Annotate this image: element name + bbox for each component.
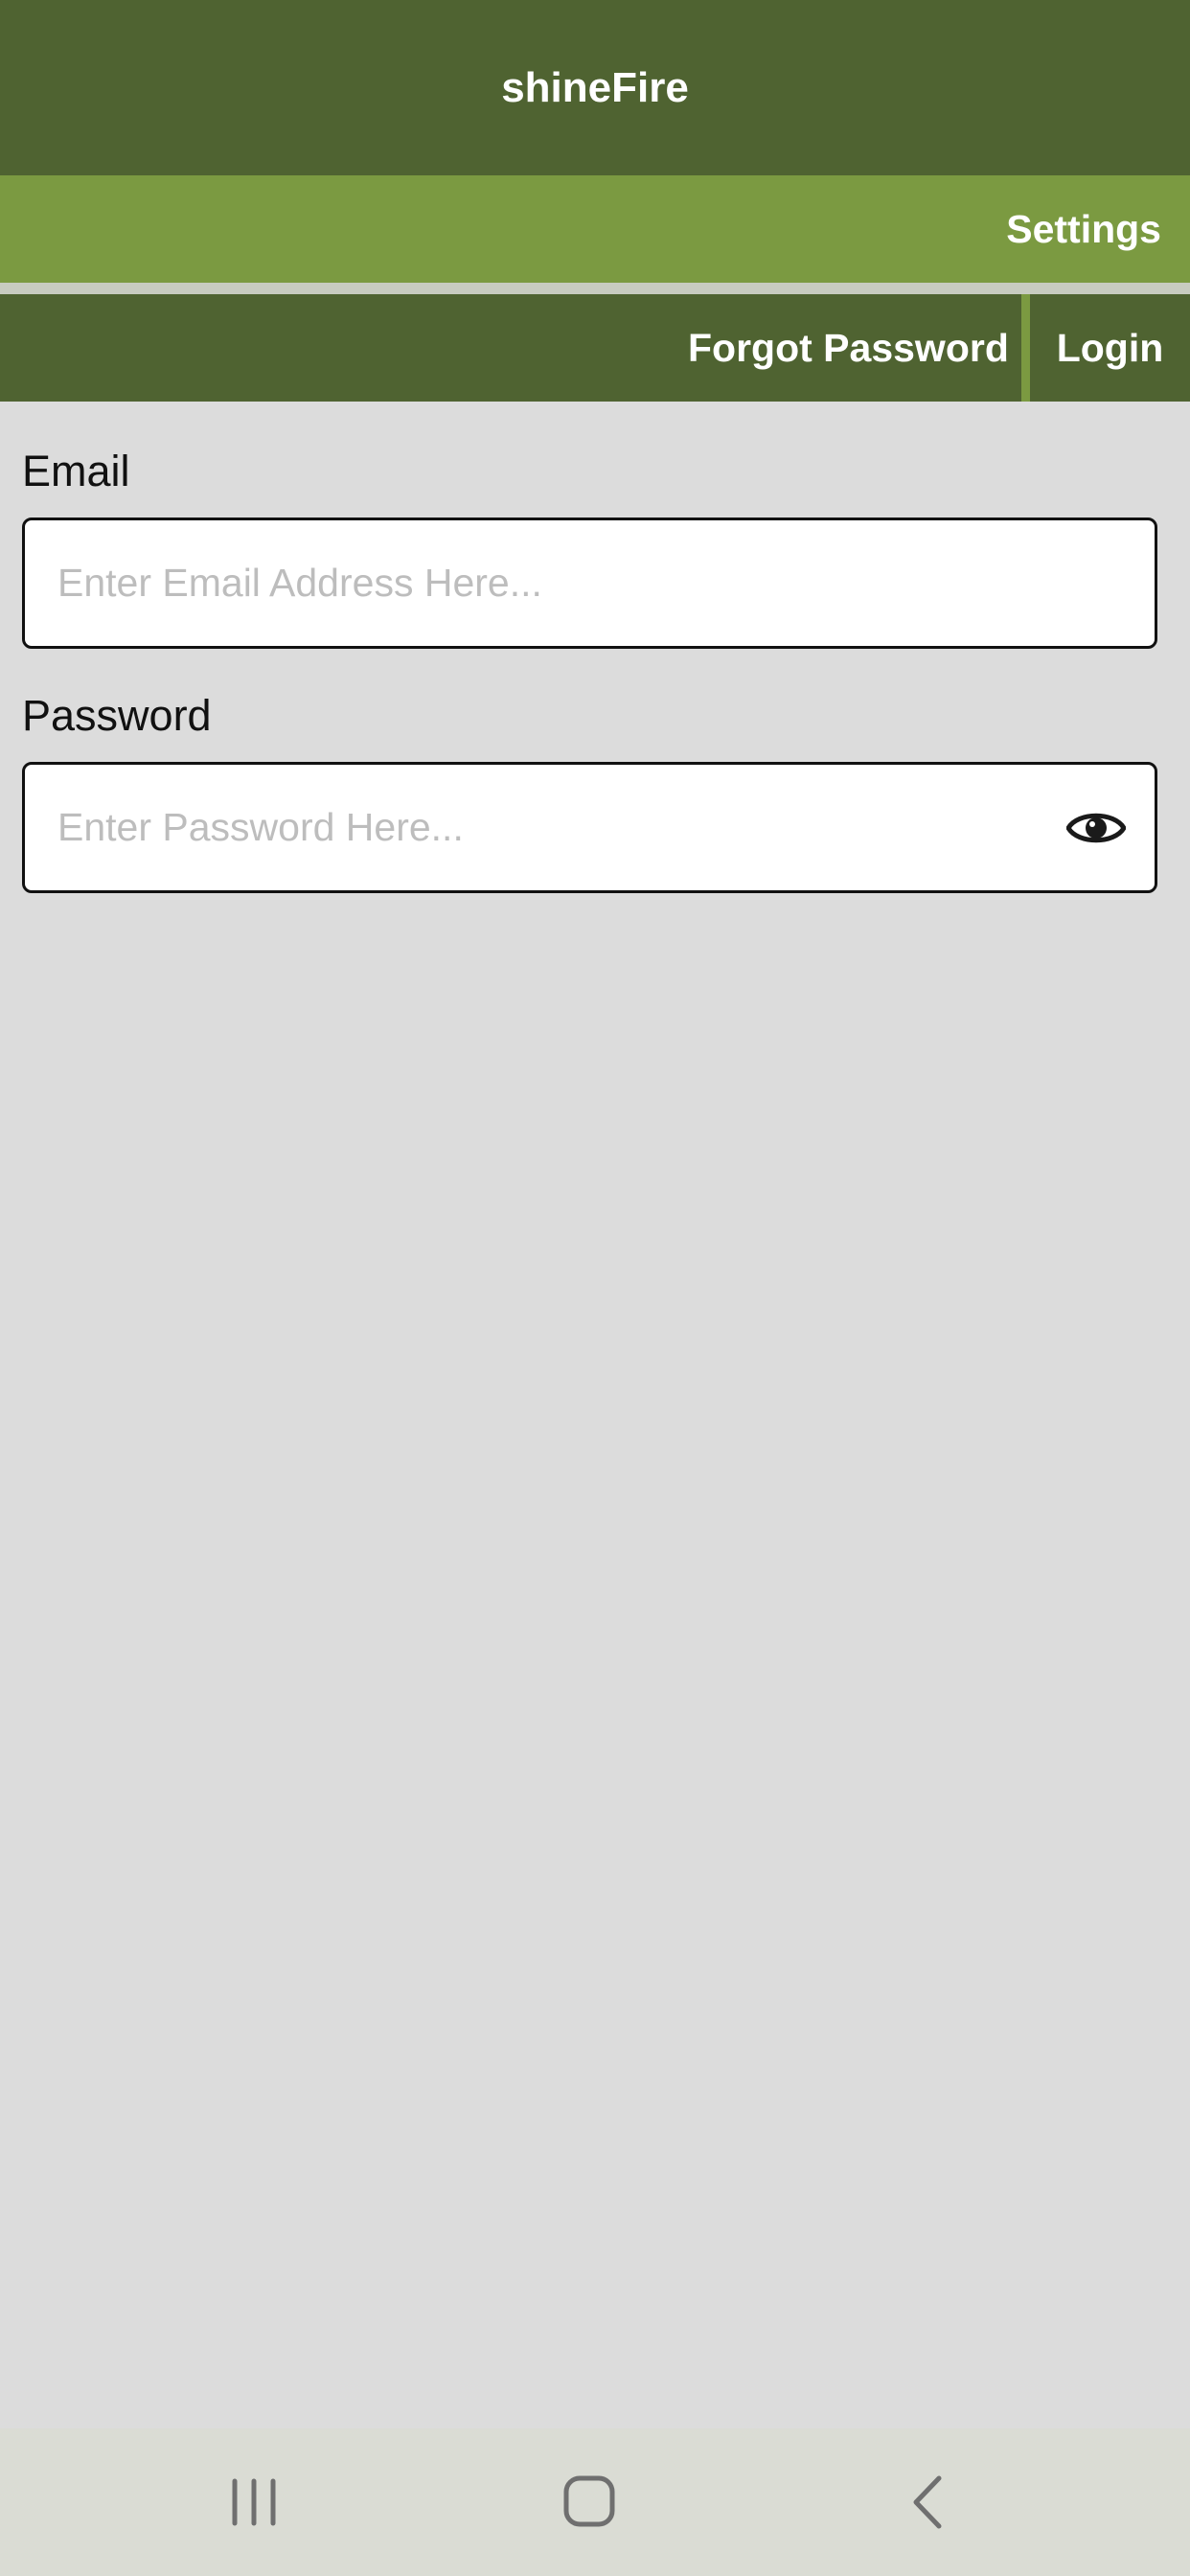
password-input[interactable] [57, 765, 1016, 890]
back-icon[interactable] [880, 2457, 975, 2547]
email-label: Email [22, 447, 130, 495]
password-label: Password [22, 691, 212, 740]
login-button[interactable]: Login [1030, 294, 1190, 402]
action-separator [1021, 294, 1030, 402]
system-navigation-bar [0, 2428, 1190, 2576]
app-header: shineFire [0, 0, 1190, 175]
forgot-password-button[interactable]: Forgot Password [688, 294, 1019, 402]
home-icon[interactable] [541, 2457, 637, 2547]
eye-icon[interactable] [1065, 801, 1127, 855]
settings-bar: Settings [0, 175, 1190, 283]
email-input[interactable] [57, 520, 1121, 646]
settings-button[interactable]: Settings [1006, 175, 1161, 283]
divider [0, 283, 1190, 294]
password-field-box [22, 762, 1157, 893]
action-bar: Forgot Password Login [0, 294, 1190, 402]
email-field-box [22, 518, 1157, 649]
recents-icon[interactable] [206, 2457, 302, 2547]
app-title: shineFire [501, 63, 689, 111]
